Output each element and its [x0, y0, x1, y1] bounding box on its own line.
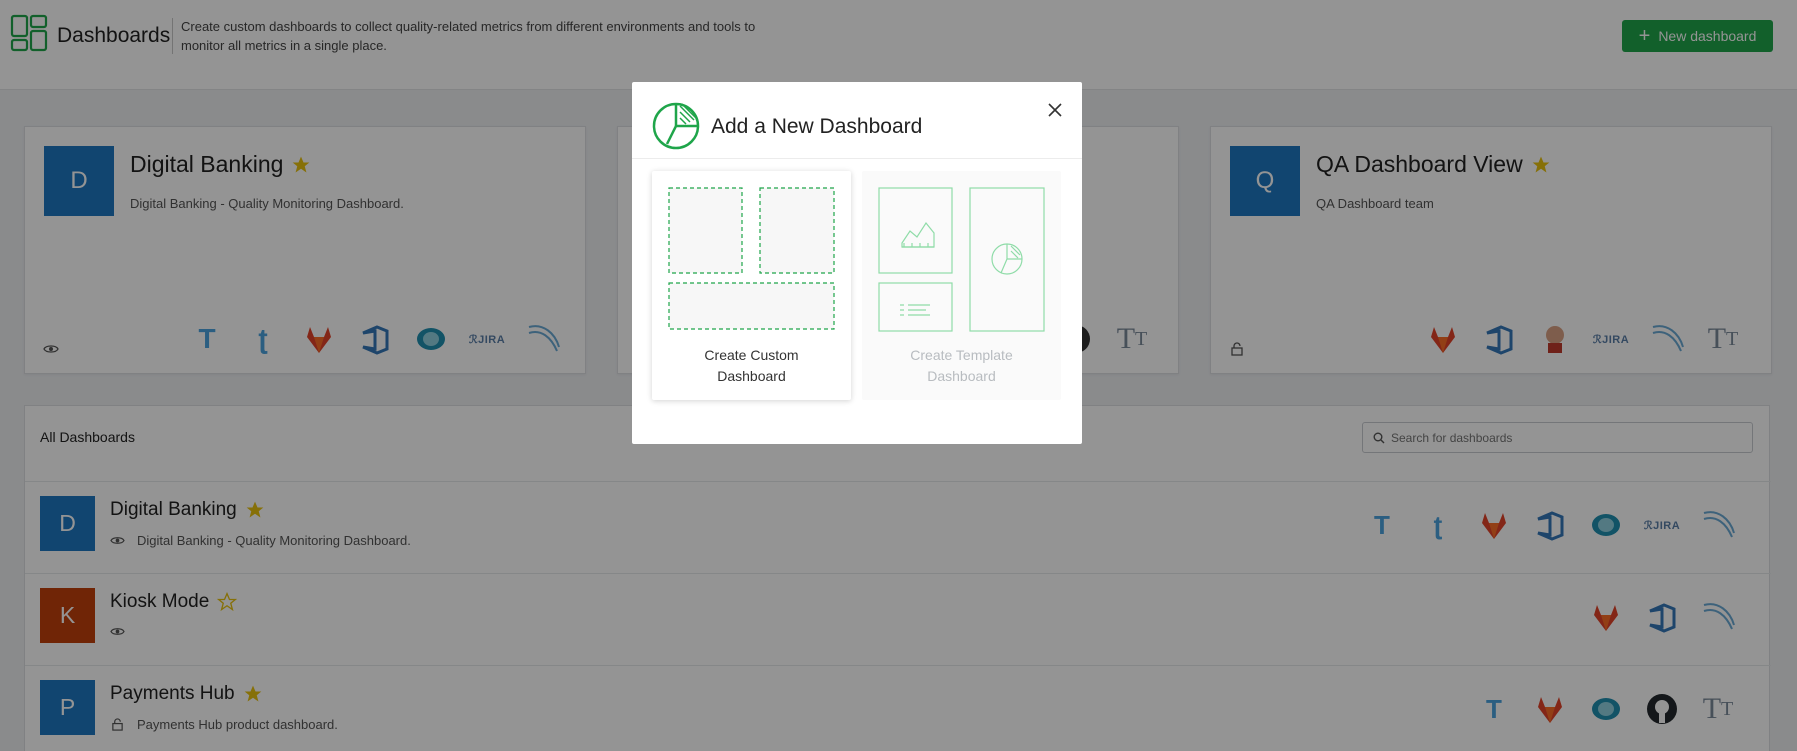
close-icon[interactable] [1044, 99, 1066, 121]
modal-title: Add a New Dashboard [711, 115, 923, 138]
template-layout-icon [878, 187, 1045, 332]
pie-chart-icon [652, 102, 700, 150]
create-template-dashboard-option[interactable]: Create Template Dashboard [862, 171, 1061, 400]
add-dashboard-modal: Add a New Dashboard Create Custom Dashbo… [632, 82, 1082, 444]
custom-layout-icon [668, 187, 835, 330]
template-option-label: Create Template Dashboard [910, 347, 1013, 384]
custom-option-label: Create Custom Dashboard [704, 347, 799, 384]
modal-header: Add a New Dashboard [632, 82, 1082, 159]
create-custom-dashboard-option[interactable]: Create Custom Dashboard [652, 171, 851, 400]
